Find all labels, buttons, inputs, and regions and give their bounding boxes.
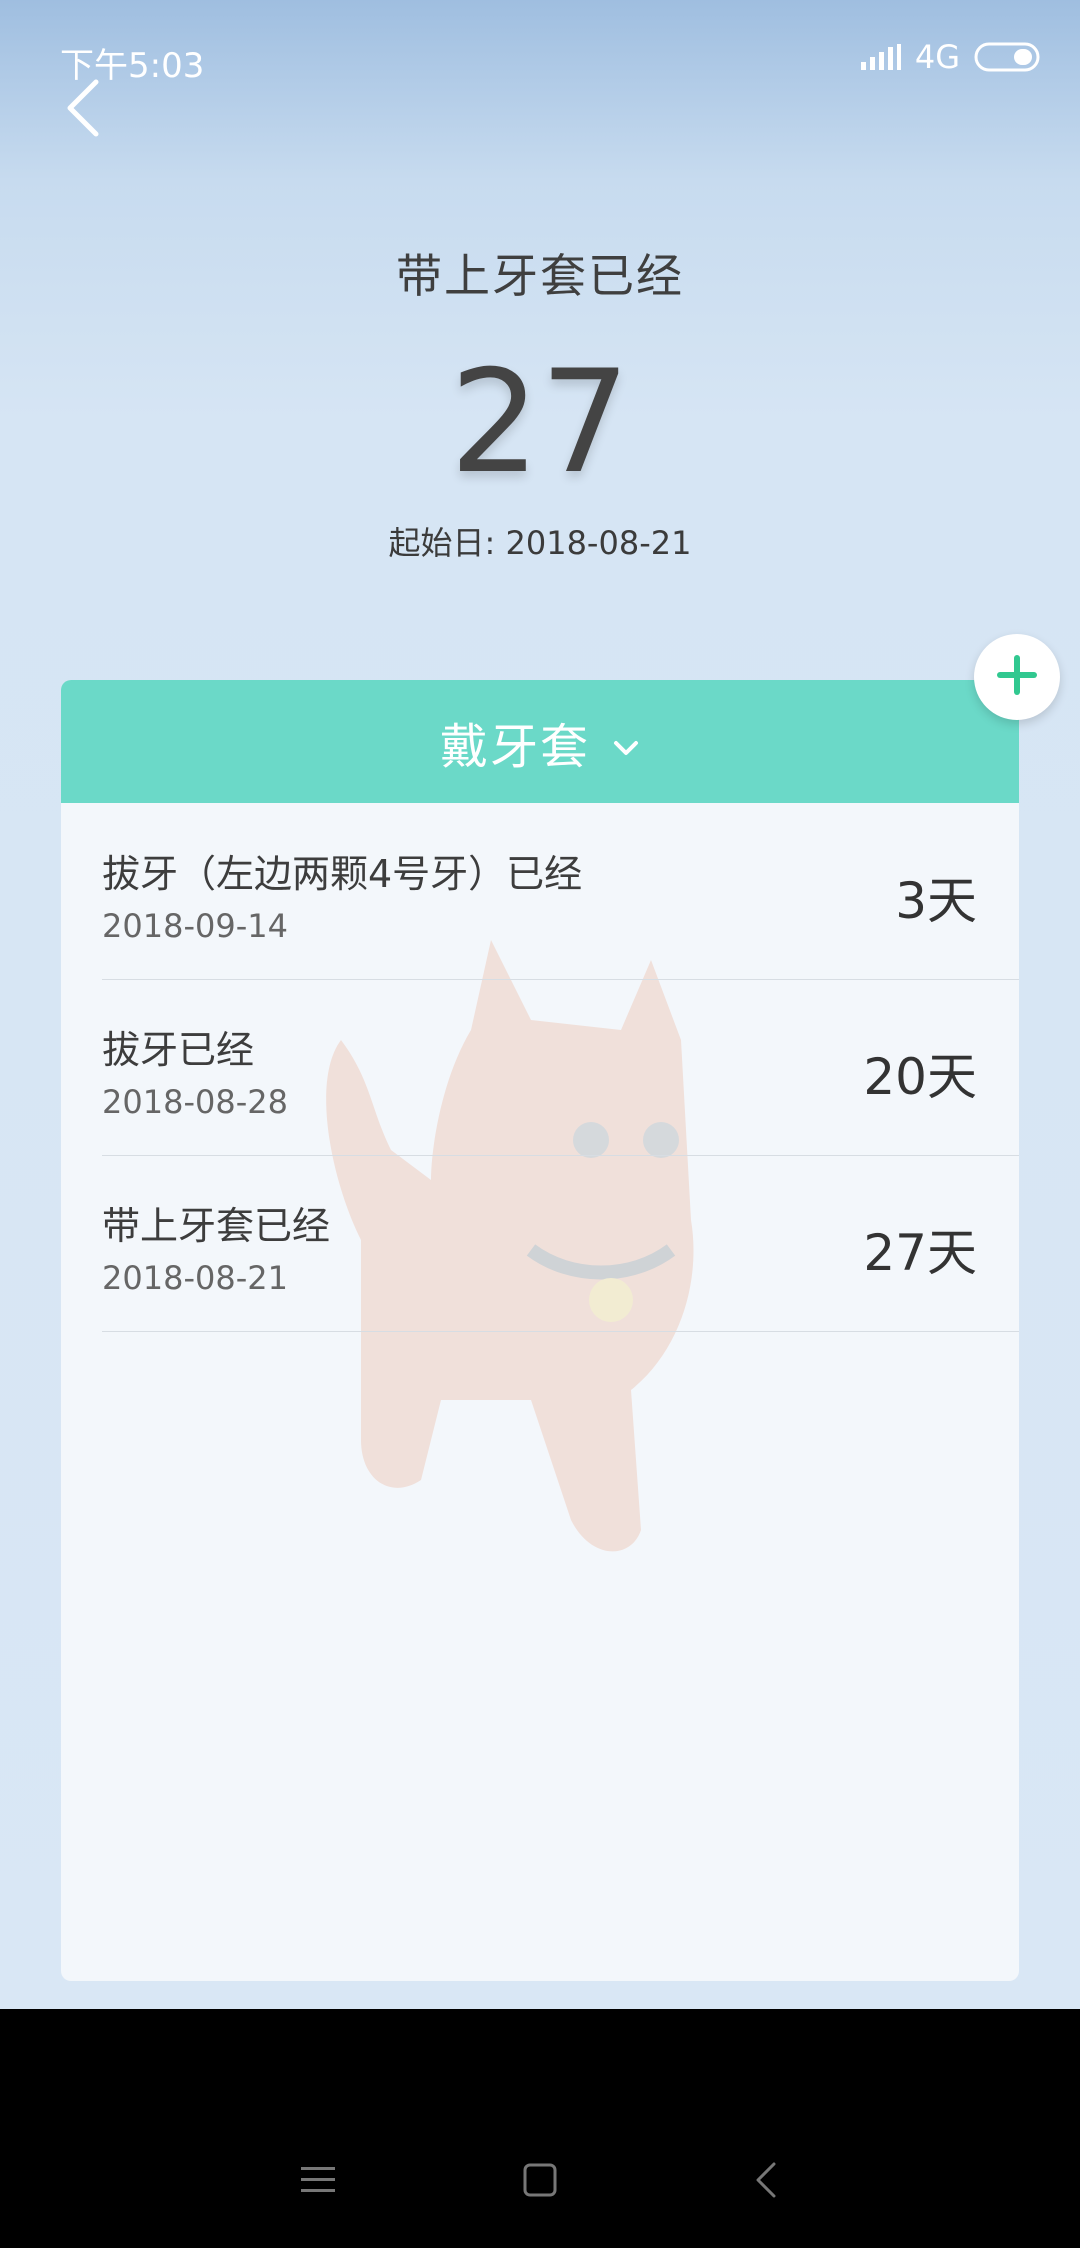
nav-menu-button[interactable]: [288, 2152, 348, 2212]
network-type: 4G: [914, 38, 960, 76]
back-button[interactable]: [52, 72, 112, 148]
item-title: 带上牙套已经: [102, 1204, 331, 1248]
start-date-label: 起始日: 2018-08-21: [388, 524, 692, 562]
item-days: 3天: [895, 872, 977, 930]
back-arrow-icon: [62, 78, 102, 142]
status-bar: 下午5:03 4G: [0, 0, 1080, 118]
menu-icon: [301, 2165, 335, 2199]
nav-home-button[interactable]: [510, 2152, 570, 2212]
day-count: 27: [449, 340, 631, 505]
item-days: 20天: [863, 1048, 977, 1106]
nav-back-button[interactable]: [736, 2152, 796, 2212]
list-item[interactable]: 拔牙已经 2018-08-28 20天: [102, 979, 1019, 1156]
page-title: 带上牙套已经: [396, 249, 684, 303]
plus-icon: [995, 653, 1039, 701]
category-label: 戴牙套: [439, 718, 590, 775]
status-icons: 4G: [860, 38, 1044, 76]
item-date: 2018-08-21: [102, 1259, 288, 1297]
back-icon: [754, 2162, 778, 2202]
item-date: 2018-08-28: [102, 1083, 288, 1121]
battery-icon: [974, 42, 1044, 72]
list-item[interactable]: 拔牙（左边两颗4号牙）已经 2018-09-14 3天: [102, 803, 1019, 980]
countdown-header: 带上牙套已经 27 起始日: 2018-08-21: [0, 240, 1080, 562]
system-nav-bar: [0, 2009, 1080, 2248]
item-date: 2018-09-14: [102, 907, 288, 945]
item-days: 27天: [863, 1224, 977, 1282]
events-card: 戴牙套 拔牙（左边两颗4号牙）已经 2018-09-14 3天 拔牙已经 201…: [61, 680, 1019, 1981]
item-title: 拔牙已经: [102, 1028, 255, 1072]
list-item[interactable]: 带上牙套已经 2018-08-21 27天: [102, 1155, 1019, 1332]
home-icon: [523, 2163, 557, 2201]
category-selector[interactable]: 戴牙套: [61, 680, 1019, 803]
item-title: 拔牙（左边两颗4号牙）已经: [102, 852, 583, 896]
add-event-button[interactable]: [974, 634, 1060, 720]
signal-icon: [860, 44, 901, 70]
chevron-down-icon: [612, 714, 640, 770]
